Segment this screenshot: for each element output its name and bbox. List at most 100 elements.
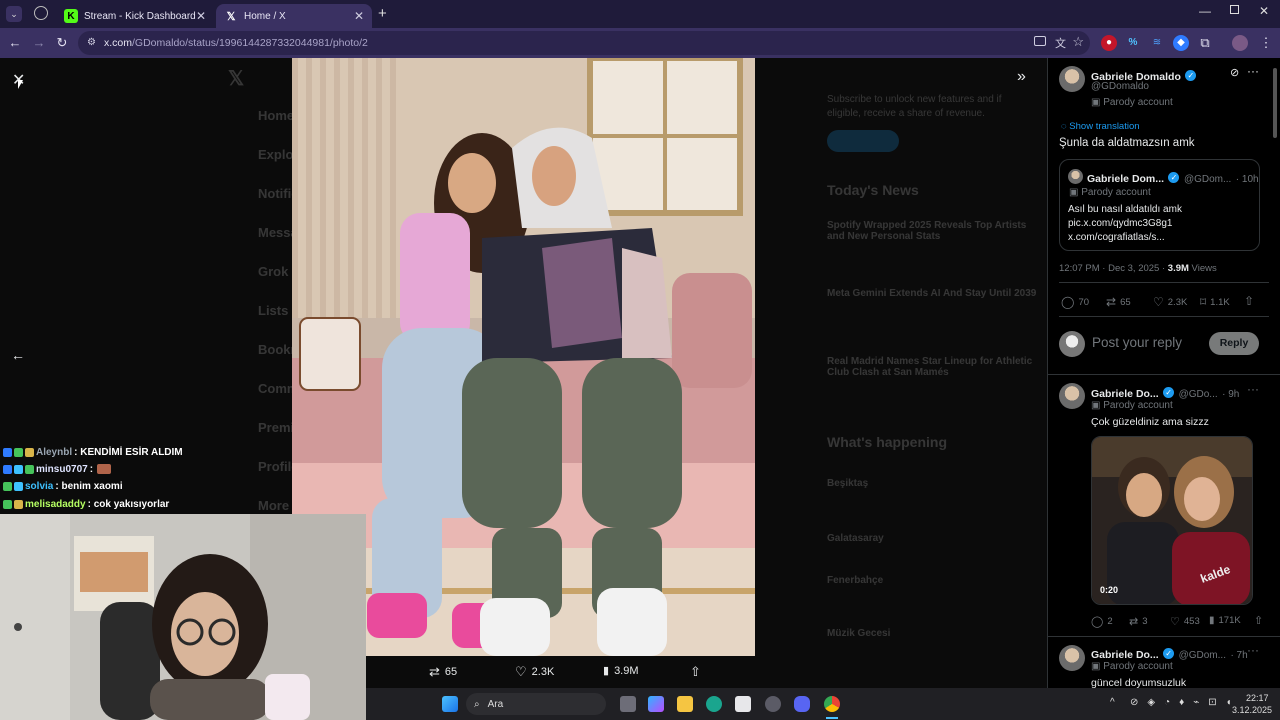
author-avatar[interactable] <box>1059 66 1085 92</box>
media-views-button[interactable]: ▮ 3.9M <box>603 664 639 678</box>
browser-tab-bar: ⌄ K Stream - Kick Dashboard ✕ 𝕏 Home / X… <box>0 0 1280 28</box>
reply-input[interactable]: Post your reply <box>1092 335 1182 350</box>
translate-extension-icon[interactable]: % <box>1125 35 1141 51</box>
ghost-nav-item: More <box>258 498 290 513</box>
media-like-button[interactable]: ♡ 2.3K <box>515 664 554 680</box>
url-field[interactable]: ⚙ x.com /GDomaldo/status/199614428733204… <box>78 31 1090 55</box>
chat-username[interactable]: minsu0707 <box>36 464 88 475</box>
chrome-icon[interactable] <box>824 696 840 712</box>
windows-start-icon[interactable] <box>442 696 458 712</box>
parody-mask-icon: ▣ <box>1091 661 1101 672</box>
forward-button[interactable]: → <box>30 34 48 52</box>
media-share-button[interactable]: ⇧ <box>690 664 701 680</box>
more-options-icon[interactable]: ··· <box>1247 382 1259 396</box>
more-options-icon[interactable]: ··· <box>1247 643 1259 657</box>
restore-button[interactable] <box>1230 5 1239 14</box>
expand-panel-button[interactable]: » <box>1017 68 1026 86</box>
tray-icon-cluster[interactable]: ⊘◈◔♦⌁⊡◖ <box>1130 697 1241 708</box>
reply-like-button[interactable]: ♡ 453 <box>1170 615 1200 628</box>
reply-author-handle[interactable]: @GDom... <box>1179 650 1226 661</box>
url-host: x.com <box>104 37 133 49</box>
bookmark-button[interactable]: ⌑ 1.1K <box>1200 295 1230 309</box>
app-notification-icon[interactable] <box>765 696 781 712</box>
reply-icon: ◯ <box>1091 616 1104 628</box>
sub-badge-icon <box>14 499 23 509</box>
shield-extension-icon[interactable]: ◆ <box>1173 35 1189 51</box>
reply-icon: ◯ <box>1061 295 1075 309</box>
new-tab-button[interactable]: + <box>378 5 387 22</box>
chat-message: minsu0707 : <box>3 462 112 476</box>
grok-icon[interactable]: ⊘ <box>1230 66 1239 79</box>
store-icon[interactable] <box>735 696 751 712</box>
site-info-icon[interactable]: ⚙ <box>87 37 96 48</box>
reply-views-button[interactable]: ▮ 171K <box>1209 615 1241 626</box>
media-repost-button[interactable]: ⇄ 65 <box>429 664 457 680</box>
discord-icon[interactable] <box>794 696 810 712</box>
task-view-icon[interactable] <box>620 696 636 712</box>
minimize-button[interactable]: — <box>1199 4 1211 18</box>
tray-chevron-icon[interactable]: ^ <box>1110 697 1115 708</box>
reply-repost-button[interactable]: ⇄ 3 <box>1129 615 1148 628</box>
back-button[interactable]: ← <box>6 34 24 52</box>
menu-kebab-icon[interactable]: ⋮ <box>1258 35 1274 51</box>
reply-replies-count: 2 <box>1107 616 1113 627</box>
tab-home-x[interactable]: 𝕏 Home / X ✕ <box>216 4 372 28</box>
previous-photo-button[interactable]: ← <box>11 347 25 363</box>
profile-avatar-icon[interactable] <box>1232 35 1248 51</box>
my-avatar[interactable] <box>1059 331 1085 357</box>
extensions-puzzle-icon[interactable]: ⧉ <box>1197 35 1213 51</box>
close-window-button[interactable]: ✕ <box>1259 4 1269 18</box>
author-handle[interactable]: @GDomaldo <box>1091 81 1149 92</box>
taskbar-search[interactable]: ⌕ Ara <box>466 693 606 715</box>
install-app-icon[interactable] <box>1034 36 1046 46</box>
translate-icon[interactable]: 文 <box>1055 35 1066 51</box>
chat-username[interactable]: solvia <box>25 481 53 492</box>
chat-text: : benim xaomi <box>55 480 123 492</box>
more-options-icon[interactable]: ··· <box>1247 64 1259 78</box>
quoted-post-card[interactable]: Gabriele Dom... ✓ @GDom... · 10h ▣ Parod… <box>1059 159 1260 251</box>
taskbar-clock-date[interactable]: 3.12.2025 <box>1232 705 1272 715</box>
edge-browser-icon[interactable] <box>706 696 722 712</box>
heart-icon: ♡ <box>515 664 527 679</box>
reply-author-avatar[interactable] <box>1059 383 1085 409</box>
close-tab-icon[interactable]: ✕ <box>196 9 206 23</box>
tab-kick-dashboard[interactable]: K Stream - Kick Dashboard ✕ <box>56 4 214 28</box>
audio-extension-icon[interactable]: ≋ <box>1149 35 1165 51</box>
tab-search-button[interactable]: ⌄ <box>6 6 22 22</box>
reply-reply-button[interactable]: ◯ 2 <box>1091 615 1113 628</box>
taskbar-clock-time[interactable]: 22:17 <box>1246 693 1269 703</box>
close-tab-icon[interactable]: ✕ <box>354 9 364 23</box>
reply-time[interactable]: · 9h <box>1222 389 1239 400</box>
gift-badge-icon <box>3 481 12 491</box>
show-translation-link[interactable]: ◌ Show translation <box>1061 121 1140 132</box>
ublock-extension-icon[interactable]: ● <box>1101 35 1117 51</box>
reply-reposts-count: 3 <box>1142 616 1148 627</box>
reply-author-name[interactable]: Gabriele Do... <box>1091 388 1159 400</box>
reply-author-name[interactable]: Gabriele Do... <box>1091 649 1159 661</box>
reply-submit-button[interactable]: Reply <box>1209 332 1259 355</box>
reload-button[interactable]: ↻ <box>53 34 71 52</box>
like-button[interactable]: ♡ 2.3K <box>1153 295 1187 309</box>
post-timestamp[interactable]: 12:07 PM · Dec 3, 2025 · <box>1059 263 1165 274</box>
parody-text: Parody account <box>1103 400 1173 411</box>
tab-globe-icon[interactable] <box>34 6 48 20</box>
reply-time[interactable]: · 7h <box>1230 650 1247 661</box>
share-button[interactable]: ⇧ <box>1244 294 1254 308</box>
bookmark-star-icon[interactable]: ☆ <box>1072 34 1084 50</box>
repost-button[interactable]: ⇄ 65 <box>1106 295 1131 309</box>
reply-author-handle[interactable]: @GDo... <box>1179 389 1218 400</box>
reply-button[interactable]: ◯ 70 <box>1061 295 1089 309</box>
quoted-post-link-2[interactable]: x.com/cografiatlas/s... <box>1068 232 1165 243</box>
file-explorer-icon[interactable] <box>677 696 693 712</box>
chat-username[interactable]: Aleynbl <box>36 447 72 458</box>
chat-username[interactable]: melisadaddy <box>25 499 86 510</box>
quoted-post-link-1[interactable]: pic.x.com/qydmc3G8g1 <box>1068 218 1173 229</box>
reply-author-avatar[interactable] <box>1059 645 1085 671</box>
reply-video[interactable]: kalde 0:20 <box>1091 436 1253 605</box>
repost-icon: ⇄ <box>429 664 440 679</box>
panel-scrollbar[interactable] <box>1273 68 1277 138</box>
share-icon: ⇧ <box>1254 615 1264 627</box>
media-reposts-count: 65 <box>444 666 458 678</box>
reply-share-button[interactable]: ⇧ <box>1254 614 1263 627</box>
copilot-icon[interactable] <box>648 696 664 712</box>
